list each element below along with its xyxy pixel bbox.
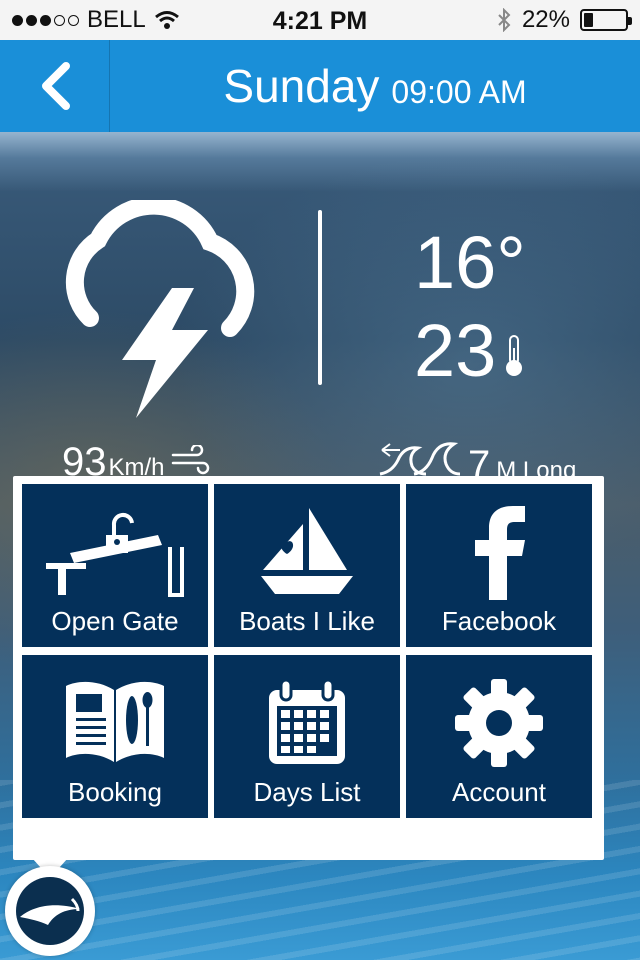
facebook-button[interactable]: Facebook	[406, 484, 592, 647]
calendar-icon	[269, 678, 345, 764]
booking-button[interactable]: Booking	[22, 655, 208, 818]
title-day: Sunday	[223, 60, 380, 112]
page-title: Sunday 09:00 AM	[110, 40, 640, 132]
boats-i-like-button[interactable]: Boats I Like	[214, 484, 400, 647]
surf-logo-icon	[16, 877, 84, 945]
gate-icon	[46, 513, 184, 597]
weather-divider	[318, 210, 322, 385]
days-list-button[interactable]: Days List	[214, 655, 400, 818]
booking-label: Booking	[68, 777, 162, 807]
battery-fill	[584, 13, 593, 27]
quick-menu: Open Gate Boats I Like Facebook Booking …	[13, 476, 604, 860]
app-logo-button[interactable]	[5, 866, 95, 956]
open-gate-button[interactable]: Open Gate	[22, 484, 208, 647]
account-button[interactable]: Account	[406, 655, 592, 818]
temperature-high: 16°	[414, 221, 526, 304]
menu-grid: Open Gate Boats I Like Facebook Booking …	[22, 484, 592, 818]
back-button[interactable]	[0, 40, 110, 132]
status-bar: BELL 4:21 PM 22%	[0, 0, 640, 40]
temperature-low: 23	[414, 309, 497, 392]
brochure-icon	[66, 681, 164, 762]
account-label: Account	[452, 777, 546, 807]
sailboat-icon	[261, 508, 353, 594]
facebook-label: Facebook	[441, 606, 557, 636]
days-list-label: Days List	[253, 777, 361, 807]
chevron-left-icon	[41, 62, 70, 110]
bluetooth-icon	[498, 8, 511, 32]
gear-icon	[455, 679, 543, 767]
status-right: 22%	[496, 0, 632, 40]
wind-icon	[171, 445, 209, 475]
thunderstorm-icon	[65, 200, 255, 418]
thermometer-icon	[506, 335, 522, 376]
battery-icon	[580, 9, 632, 31]
nav-bar: Sunday 09:00 AM	[0, 40, 640, 132]
title-time: 09:00 AM	[391, 73, 527, 110]
open-gate-label: Open Gate	[51, 606, 179, 636]
boats-i-like-label: Boats I Like	[239, 606, 375, 636]
battery-percent: 22%	[521, 6, 570, 33]
wave-icon	[379, 442, 461, 476]
facebook-icon	[475, 506, 525, 600]
